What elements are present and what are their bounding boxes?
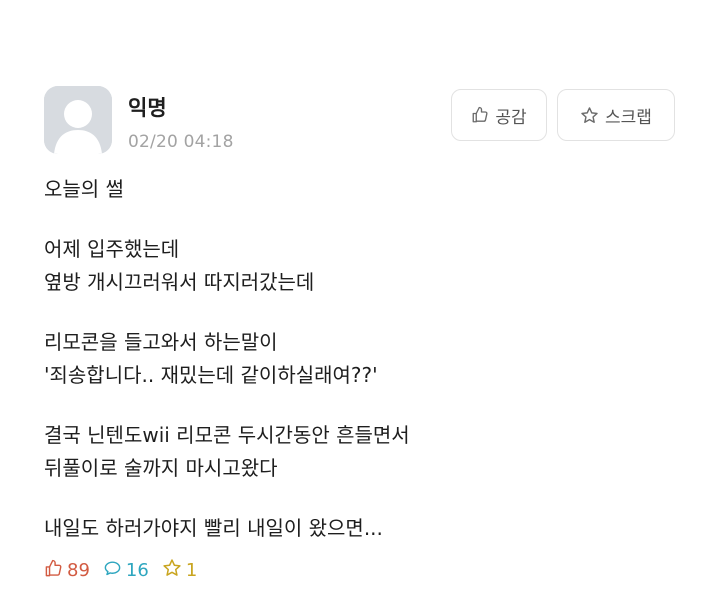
content-line: '죄송합니다.. 재밌는데 같이하실래여??' [44, 363, 378, 387]
speech-bubble-icon [103, 559, 122, 583]
post-stats: 89 16 1 [44, 558, 210, 583]
post-content: 오늘의 썰 어제 입주했는데 옆방 개시끄러워서 따지러갔는데 리모콘을 들고와… [44, 173, 684, 545]
post-title-line: 오늘의 썰 [44, 177, 124, 201]
star-icon [580, 106, 599, 125]
content-line: 결국 닌텐도wii 리모콘 두시간동안 흔들면서 [44, 423, 410, 447]
comment-count: 16 [125, 560, 149, 581]
content-line: 리모콘을 들고와서 하는말이 [44, 330, 278, 354]
like-button-label: 공감 [495, 107, 527, 128]
content-line: 옆방 개시끄러워서 따지러갔는데 [44, 270, 315, 294]
scrap-count-stat: 1 [162, 558, 197, 583]
author-name: 익명 [128, 96, 167, 120]
scrap-button[interactable]: 스크랩 [557, 89, 675, 141]
scrap-button-label: 스크랩 [605, 107, 652, 128]
thumbs-up-icon [44, 559, 63, 583]
post-timestamp: 02/20 04:18 [128, 132, 234, 152]
like-count: 89 [67, 560, 90, 581]
content-line: 내일도 하러가야지 빨리 내일이 왔으면... [44, 516, 383, 540]
user-avatar-icon [44, 86, 112, 154]
content-line: 뒤풀이로 술까지 마시고왔다 [44, 456, 278, 480]
scrap-count: 1 [185, 560, 198, 581]
content-line: 어제 입주했는데 [44, 237, 180, 261]
like-count-stat: 89 [44, 559, 90, 583]
thumbs-up-icon [471, 106, 489, 124]
star-icon [162, 558, 182, 583]
comment-count-stat: 16 [103, 559, 149, 583]
like-button[interactable]: 공감 [451, 89, 547, 141]
